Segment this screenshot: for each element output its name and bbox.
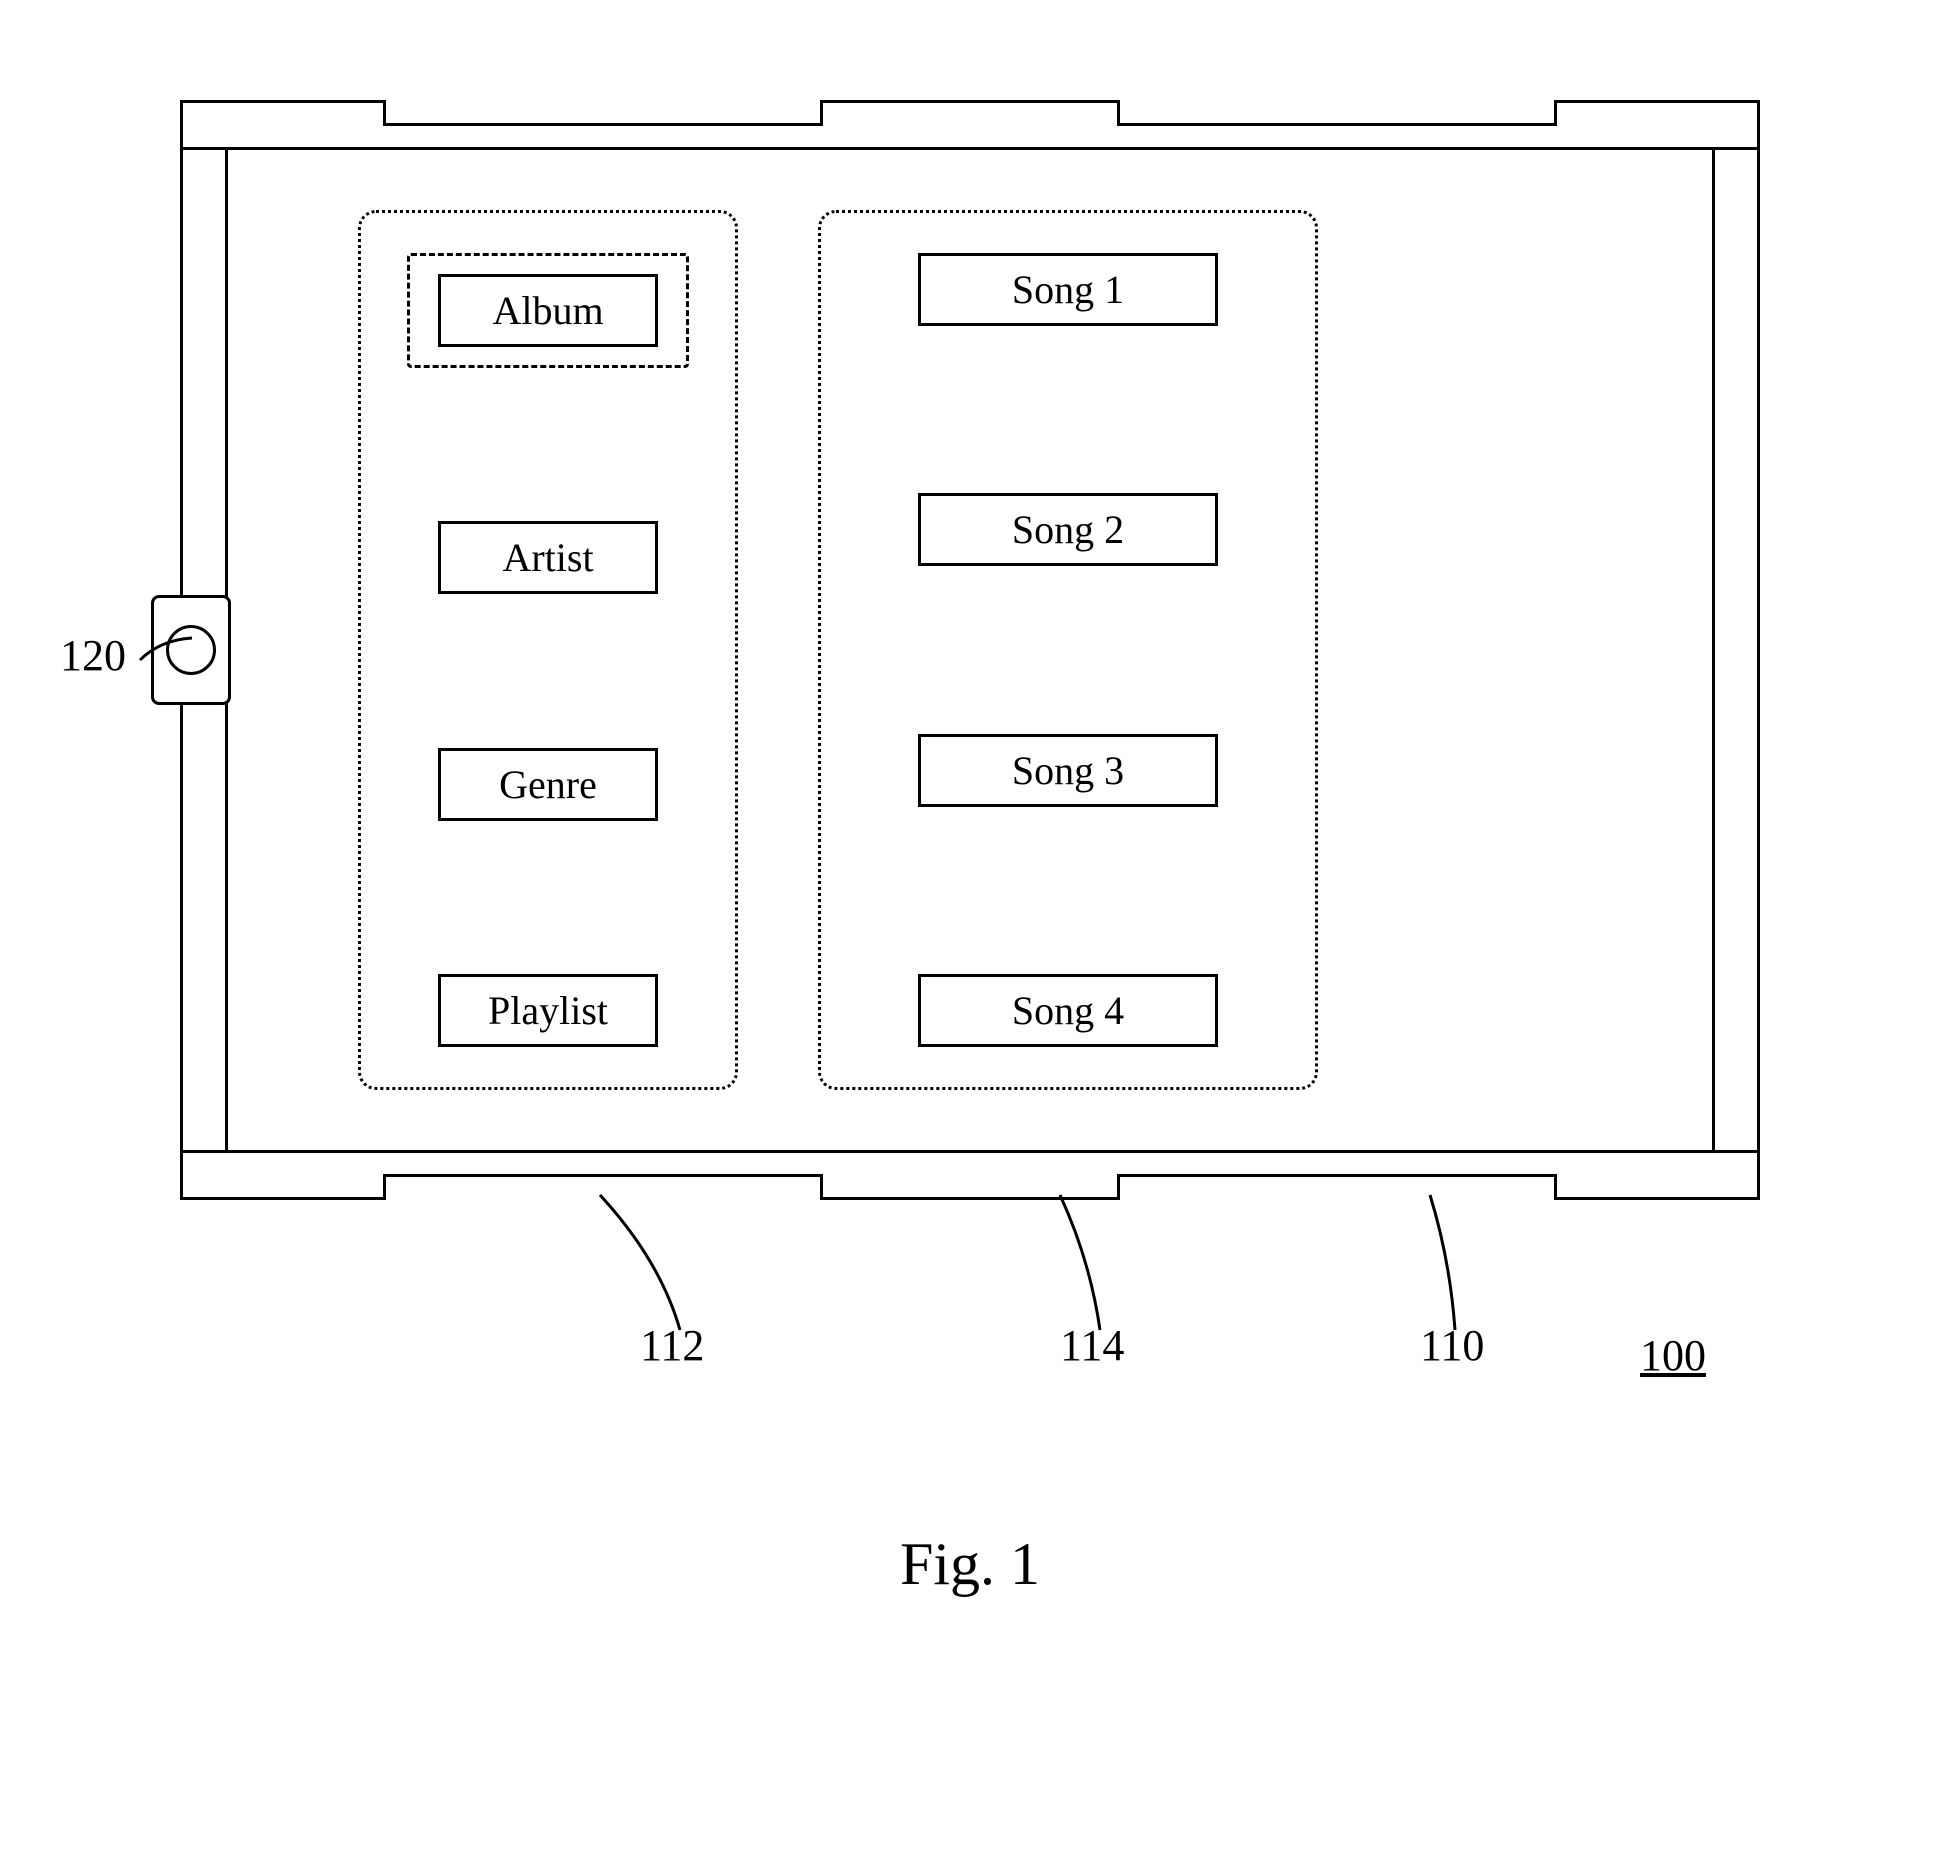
device-frame: Album Artist Genre Playlist Song 1 Song … xyxy=(180,100,1760,1200)
screen-area: Album Artist Genre Playlist Song 1 Song … xyxy=(228,150,1712,1150)
nav-selection-highlight: Album xyxy=(407,253,689,368)
nav-column: Album Artist Genre Playlist xyxy=(361,253,735,1047)
nav-item-playlist[interactable]: Playlist xyxy=(438,974,658,1047)
device-figure: Album Artist Genre Playlist Song 1 Song … xyxy=(180,100,1760,1200)
ref-label-114: 114 xyxy=(1060,1320,1124,1371)
song-item[interactable]: Song 2 xyxy=(918,493,1218,566)
ref-label-100: 100 xyxy=(1640,1330,1706,1381)
song-item[interactable]: Song 1 xyxy=(918,253,1218,326)
song-item[interactable]: Song 4 xyxy=(918,974,1218,1047)
ref-label-110: 110 xyxy=(1420,1320,1484,1371)
frame-notch xyxy=(1117,100,1557,126)
nav-item-artist[interactable]: Artist xyxy=(438,521,658,594)
frame-notch xyxy=(383,1174,823,1200)
frame-right-post xyxy=(1712,150,1760,1150)
nav-item-genre[interactable]: Genre xyxy=(438,748,658,821)
song-list-panel: Song 1 Song 2 Song 3 Song 4 xyxy=(818,210,1318,1090)
frame-bottom-rail xyxy=(180,1150,1760,1200)
nav-item-album[interactable]: Album xyxy=(438,274,658,347)
frame-top-rail xyxy=(180,100,1760,150)
ref-label-120: 120 xyxy=(60,630,126,681)
frame-left-post xyxy=(180,150,228,1150)
figure-caption: Fig. 1 xyxy=(0,1530,1940,1599)
song-item[interactable]: Song 3 xyxy=(918,734,1218,807)
song-column: Song 1 Song 2 Song 3 Song 4 xyxy=(821,253,1315,1047)
side-control[interactable] xyxy=(151,595,231,705)
ref-label-112: 112 xyxy=(640,1320,704,1371)
camera-lens-icon xyxy=(166,625,216,675)
frame-notch xyxy=(383,100,823,126)
nav-panel: Album Artist Genre Playlist xyxy=(358,210,738,1090)
frame-notch xyxy=(1117,1174,1557,1200)
